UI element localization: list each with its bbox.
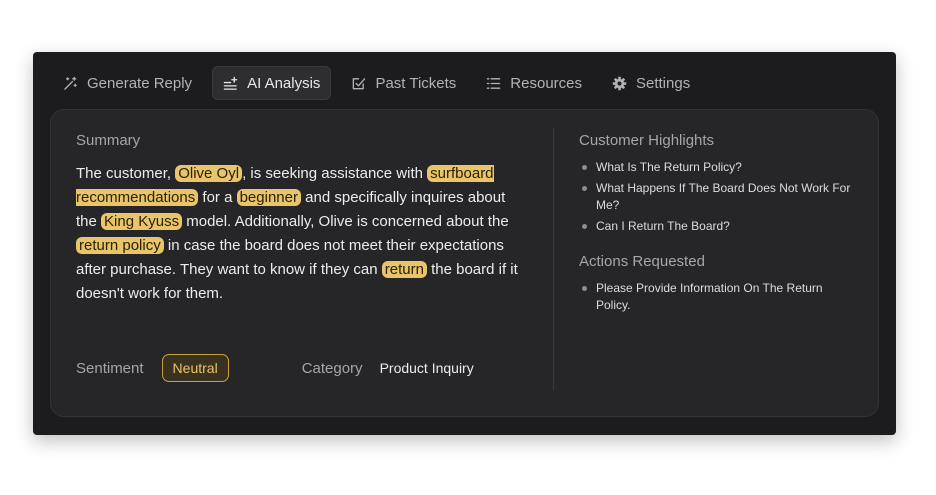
customer-highlights-list: What Is The Return Policy? What Happens … bbox=[579, 159, 859, 235]
ai-assistant-window: Generate Reply AI Analysis Past Tickets … bbox=[33, 52, 896, 435]
highlight-skill-level: beginner bbox=[236, 189, 301, 206]
tab-settings[interactable]: Settings bbox=[602, 66, 700, 100]
summary-section: Summary The customer, Olive Oyl, is seek… bbox=[76, 132, 526, 306]
analysis-panel: Summary The customer, Olive Oyl, is seek… bbox=[50, 109, 879, 417]
summary-label: Summary bbox=[76, 132, 141, 149]
summary-text-part: , is seeking assistance with bbox=[242, 165, 428, 182]
list-item: Can I Return The Board? bbox=[579, 218, 859, 235]
sparkle-list-icon bbox=[223, 76, 238, 91]
summary-text-part: The customer, bbox=[76, 165, 176, 182]
category-value: Product Inquiry bbox=[379, 360, 474, 376]
summary-text: The customer, Olive Oyl, is seeking assi… bbox=[76, 162, 526, 306]
list-item: Please Provide Information On The Return… bbox=[579, 280, 859, 314]
sentiment-badge: Neutral bbox=[161, 354, 229, 382]
list-item: What Is The Return Policy? bbox=[579, 159, 859, 176]
category-label: Category bbox=[301, 359, 363, 377]
summary-text-part: model. Additionally, Olive is concerned … bbox=[182, 213, 509, 230]
tab-settings-label: Settings bbox=[636, 74, 691, 92]
magic-wand-icon bbox=[63, 76, 78, 91]
sentiment-label: Sentiment bbox=[76, 359, 144, 377]
highlight-product-model: King Kyuss bbox=[101, 213, 183, 230]
customer-highlights-label: Customer Highlights bbox=[579, 132, 715, 149]
tab-ai-analysis[interactable]: AI Analysis bbox=[212, 66, 332, 100]
highlight-return-policy: return policy bbox=[76, 237, 164, 254]
tab-generate-reply-label: Generate Reply bbox=[87, 74, 193, 92]
list-item: What Happens If The Board Does Not Work … bbox=[579, 180, 859, 214]
tab-past-tickets[interactable]: Past Tickets bbox=[341, 66, 466, 100]
insights-section: Customer Highlights What Is The Return P… bbox=[579, 132, 859, 318]
tab-resources[interactable]: Resources bbox=[476, 66, 592, 100]
highlight-customer-name: Olive Oyl bbox=[175, 165, 243, 182]
highlight-return: return bbox=[381, 261, 427, 278]
tab-ai-analysis-label: AI Analysis bbox=[247, 74, 321, 92]
edit-check-icon bbox=[351, 76, 366, 91]
actions-requested-list: Please Provide Information On The Return… bbox=[579, 280, 859, 314]
actions-requested-label: Actions Requested bbox=[579, 253, 705, 270]
tab-bar: Generate Reply AI Analysis Past Tickets … bbox=[53, 65, 700, 101]
tab-past-tickets-label: Past Tickets bbox=[375, 74, 457, 92]
list-icon bbox=[486, 76, 501, 91]
tab-resources-label: Resources bbox=[510, 74, 582, 92]
ticket-meta: Sentiment Neutral Category Product Inqui… bbox=[76, 354, 474, 382]
tab-generate-reply[interactable]: Generate Reply bbox=[53, 66, 202, 100]
gear-icon bbox=[612, 76, 627, 91]
column-divider bbox=[553, 128, 554, 390]
summary-text-part: for a bbox=[198, 189, 237, 206]
